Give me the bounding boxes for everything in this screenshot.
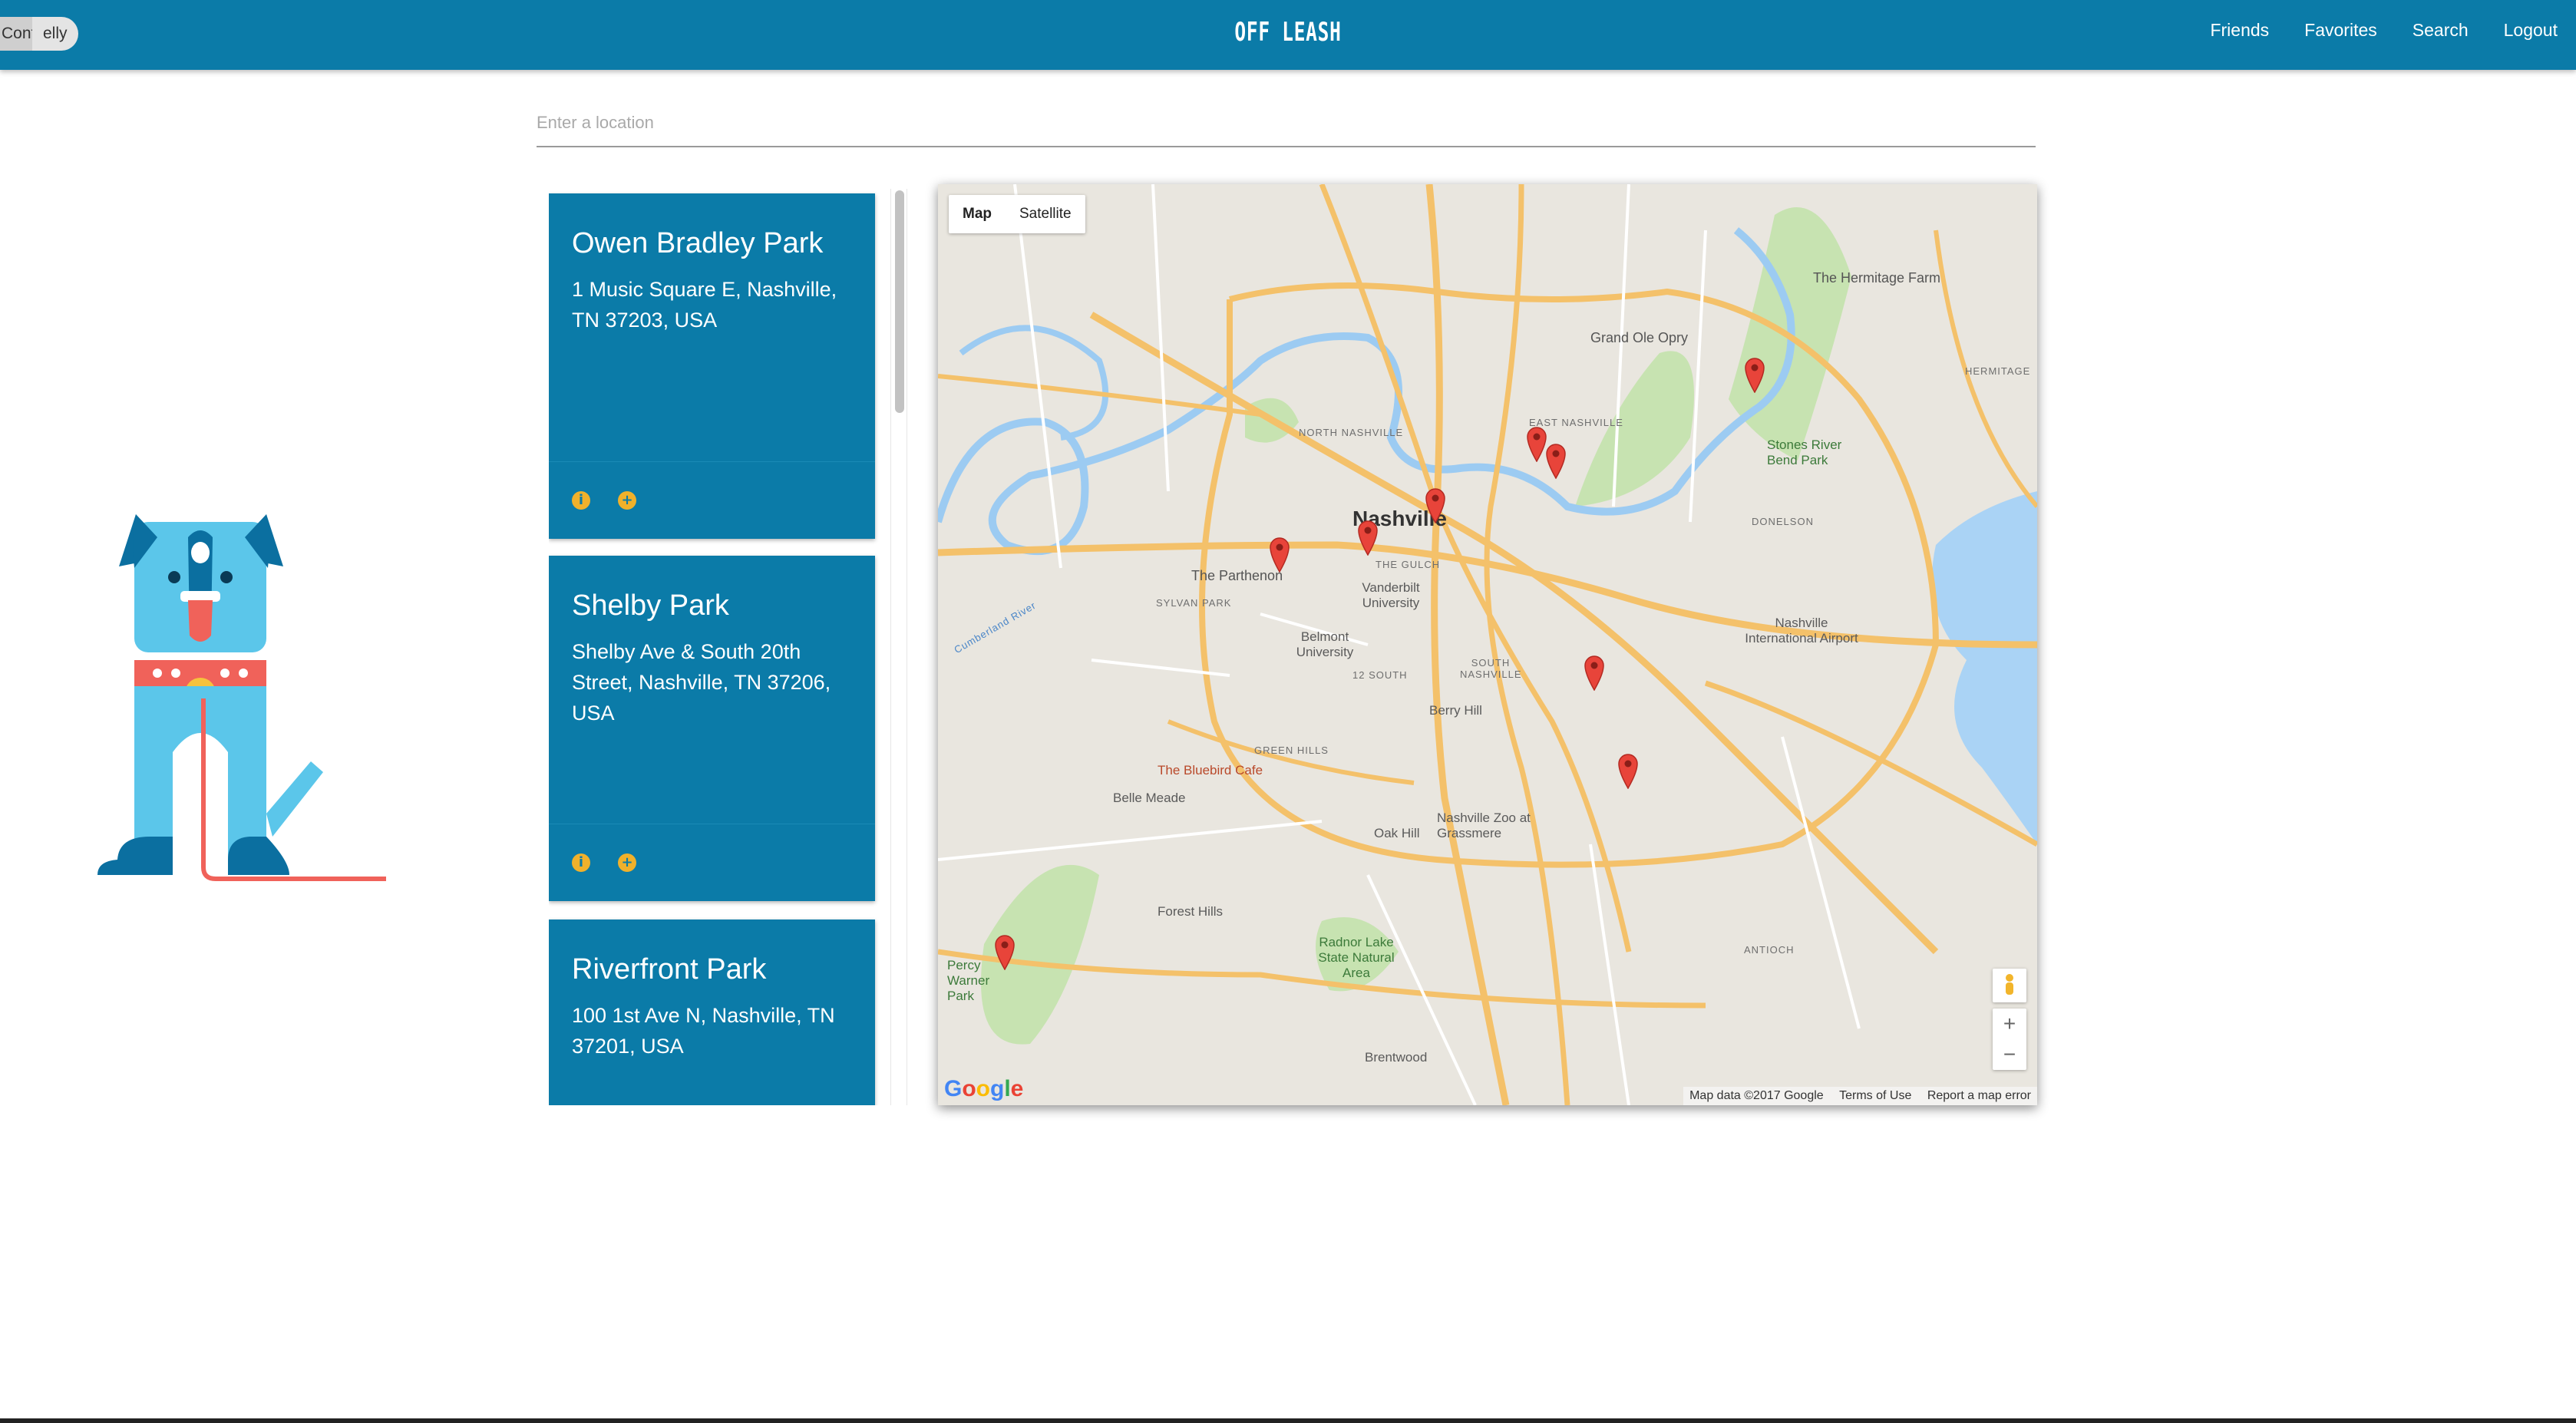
park-address: 1 Music Square E, Nashville, TN 37203, U… — [572, 278, 837, 332]
map-label-radnor: Radnor Lake State Natural Area — [1318, 935, 1395, 980]
info-icon[interactable]: i — [572, 491, 590, 510]
user-chip-right: elly — [43, 25, 68, 42]
map-label-bluebird: The Bluebird Cafe — [1158, 763, 1263, 778]
map[interactable]: Nashville The Hermitage Farm Grand Ole O… — [938, 184, 2037, 1105]
map-data-credit: Map data ©2017 Google — [1689, 1089, 1824, 1102]
park-card[interactable]: Owen Bradley Park 1 Music Square E, Nash… — [549, 193, 875, 539]
google-logo: Google — [944, 1076, 1024, 1101]
zoom-control: + − — [1993, 1009, 2026, 1070]
zoom-out-button[interactable]: − — [1993, 1039, 2026, 1070]
map-label-green-hills: GREEN HILLS — [1254, 745, 1329, 756]
map-label-belle-meade: Belle Meade — [1113, 791, 1186, 805]
user-chip-left: Cont — [0, 17, 32, 51]
park-marker[interactable] — [1356, 519, 1379, 556]
nav-links: Friends Favorites Search Logout — [2210, 20, 2576, 41]
nav-search-link[interactable]: Search — [2413, 20, 2469, 41]
map-label-zoo: Nashville Zoo at Grassmere — [1437, 811, 1531, 840]
park-marker[interactable] — [1617, 752, 1640, 789]
park-card[interactable]: Riverfront Park 100 1st Ave N, Nashville… — [549, 920, 875, 1105]
park-list: Owen Bradley Park 1 Music Square E, Nash… — [549, 189, 919, 1105]
park-marker[interactable] — [1544, 442, 1567, 479]
park-card[interactable]: Shelby Park Shelby Ave & South 20th Stre… — [549, 556, 875, 901]
park-address: Shelby Ave & South 20th Street, Nashvill… — [572, 640, 831, 725]
map-type-satellite-button[interactable]: Satellite — [1006, 195, 1085, 233]
map-type-map-button[interactable]: Map — [949, 195, 1006, 233]
map-label-brentwood: Brentwood — [1365, 1050, 1428, 1065]
park-marker[interactable] — [1268, 536, 1291, 573]
location-search-input[interactable] — [537, 100, 2036, 147]
map-label-berry-hill: Berry Hill — [1429, 703, 1482, 718]
map-label-donelson: DONELSON — [1752, 516, 1814, 527]
report-map-error-link[interactable]: Report a map error — [1927, 1089, 2031, 1102]
park-marker[interactable] — [1424, 487, 1447, 523]
park-name[interactable]: Riverfront Park — [572, 953, 766, 986]
map-label-stones-river: Stones River Bend Park — [1767, 437, 1842, 467]
park-marker[interactable] — [993, 933, 1016, 970]
park-card-actions: i + — [549, 824, 875, 901]
top-nav: Cont elly OFF LEASH Friends Favorites Se… — [0, 0, 2576, 70]
nav-logout-link[interactable]: Logout — [2504, 20, 2558, 41]
street-view-pegman-icon[interactable] — [1993, 969, 2026, 1002]
park-marker[interactable] — [1743, 356, 1766, 393]
brand-logo[interactable]: OFF LEASH — [361, 17, 2215, 48]
nav-friends-link[interactable]: Friends — [2210, 20, 2269, 41]
bottom-edge — [0, 1418, 2576, 1423]
map-label-the-gulch: THE GULCH — [1376, 559, 1441, 570]
nav-favorites-link[interactable]: Favorites — [2304, 20, 2377, 41]
dog-illustration — [97, 514, 386, 881]
terms-of-use-link[interactable]: Terms of Use — [1839, 1089, 1911, 1102]
map-label-south-nashville: SOUTH NASHVILLE — [1460, 657, 1522, 680]
map-label-sylvan-park: SYLVAN PARK — [1156, 597, 1232, 609]
info-icon[interactable]: i — [572, 853, 590, 872]
list-scrollbar-thumb[interactable] — [895, 190, 904, 413]
map-label-hermitage-farm: The Hermitage Farm — [1813, 270, 1941, 286]
map-label-vanderbilt: Vanderbilt University — [1362, 580, 1420, 610]
map-label-forest-hills: Forest Hills — [1158, 904, 1224, 919]
add-icon[interactable]: + — [618, 853, 636, 872]
user-chip[interactable]: Cont elly — [0, 17, 78, 51]
map-label-north-nashville: NORTH NASHVILLE — [1299, 427, 1404, 438]
map-label-antioch: ANTIOCH — [1744, 944, 1795, 956]
park-address: 100 1st Ave N, Nashville, TN 37201, USA — [572, 1004, 835, 1058]
map-label-belmont: Belmont University — [1296, 629, 1354, 659]
add-icon[interactable]: + — [618, 491, 636, 510]
park-name[interactable]: Shelby Park — [572, 589, 729, 622]
park-card-actions: i + — [549, 461, 875, 539]
map-attribution: Map data ©2017 Google Terms of Use Repor… — [1683, 1087, 2037, 1105]
map-type-control: Map Satellite — [949, 195, 1085, 233]
park-name[interactable]: Owen Bradley Park — [572, 227, 823, 260]
park-marker[interactable] — [1583, 654, 1606, 691]
map-label-hermitage: HERMITAGE — [1965, 365, 2031, 377]
map-label-12-south: 12 SOUTH — [1352, 669, 1408, 681]
map-label-oak-hill: Oak Hill — [1374, 826, 1420, 840]
zoom-in-button[interactable]: + — [1993, 1009, 2026, 1039]
map-label-airport: Nashville International Airport — [1745, 616, 1858, 645]
map-label-grand-ole-opry: Grand Ole Opry — [1590, 330, 1689, 345]
map-canvas[interactable] — [938, 184, 2037, 1105]
